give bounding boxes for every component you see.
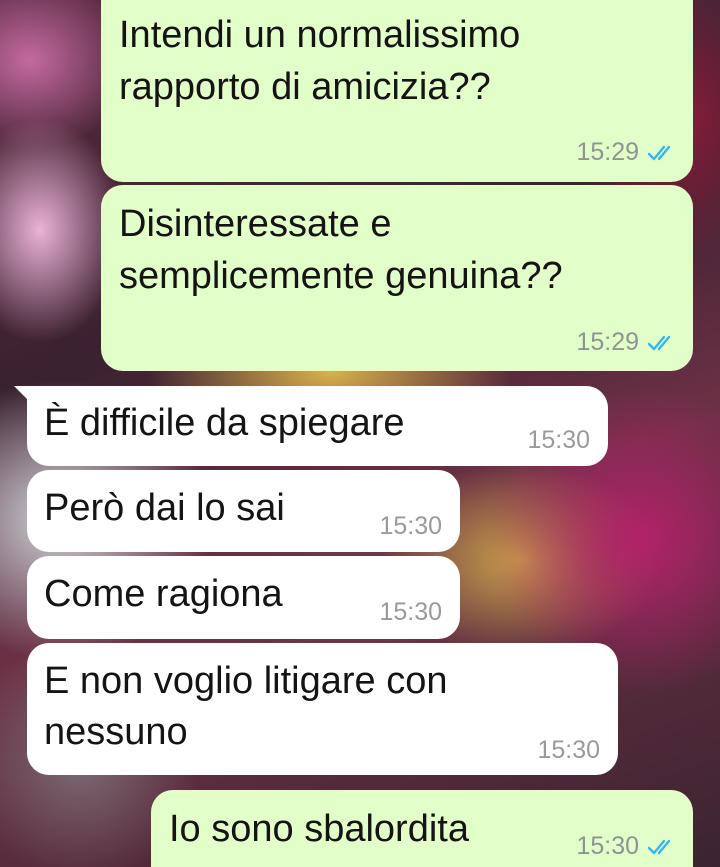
message-text: È difficile da spiegare <box>44 402 405 444</box>
message-timestamp: 15:30 <box>527 426 590 454</box>
message-text: semplicemente genuina?? <box>119 255 563 297</box>
message-timestamp: 15:30 <box>379 598 442 626</box>
message-timestamp: 15:29 <box>576 138 639 166</box>
message-text: Come ragiona <box>44 573 283 615</box>
message-text: nessuno <box>44 711 188 753</box>
double-check-read-icon <box>647 146 671 161</box>
message-meta: 15:29 <box>576 138 677 167</box>
message-text: Io sono sbalordita <box>169 808 469 850</box>
message-meta: 15:29 <box>576 328 677 357</box>
message-bubble-outgoing[interactable]: Io sono sbalordita 15:30 <box>151 790 693 867</box>
message-text: E non voglio litigare con <box>44 660 448 702</box>
message-text: Intendi un normalissimo <box>119 14 521 56</box>
message-text: rapporto di amicizia?? <box>119 66 491 108</box>
message-text: Però dai lo sai <box>44 487 285 529</box>
message-bubble-outgoing[interactable]: Intendi un normalissimo rapporto di amic… <box>101 0 693 182</box>
double-check-read-icon <box>647 840 671 855</box>
message-timestamp: 15:30 <box>576 832 639 860</box>
message-timestamp: 15:30 <box>537 736 600 764</box>
message-bubble-incoming[interactable]: Come ragiona 15:30 <box>27 556 460 639</box>
double-check-read-icon <box>647 336 671 351</box>
message-timestamp: 15:30 <box>379 512 442 540</box>
message-meta: 15:30 <box>576 832 677 861</box>
message-bubble-incoming[interactable]: Però dai lo sai 15:30 <box>27 470 460 552</box>
message-bubble-incoming[interactable]: E non voglio litigare con nessuno 15:30 <box>27 643 618 775</box>
message-text: Disinteressate e <box>119 203 392 245</box>
message-timestamp: 15:29 <box>576 328 639 356</box>
message-bubble-outgoing[interactable]: Disinteressate e semplicemente genuina??… <box>101 185 693 371</box>
message-bubble-incoming[interactable]: È difficile da spiegare 15:30 <box>27 386 608 466</box>
